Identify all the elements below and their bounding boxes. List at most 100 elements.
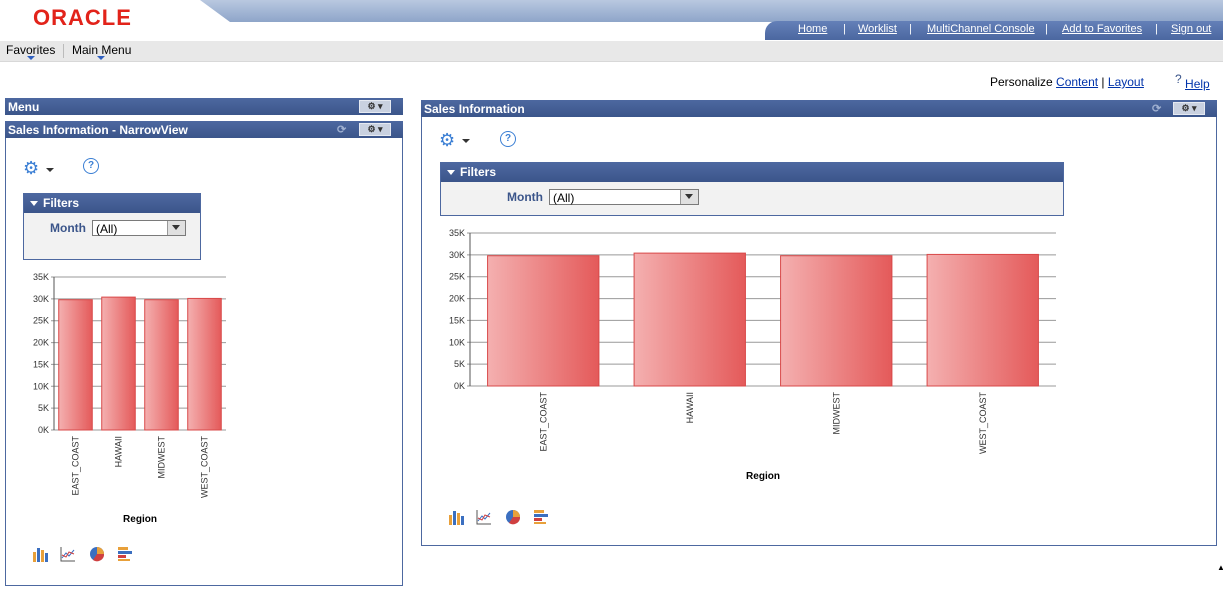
bar[interactable] <box>487 255 600 387</box>
x-tick-label: WEST_COAST <box>200 436 210 499</box>
month-select[interactable]: (All) <box>92 220 186 236</box>
wide-filters-header[interactable]: Filters <box>441 163 1063 182</box>
x-axis-label: Region <box>746 471 780 482</box>
y-tick-label: 30K <box>449 250 465 260</box>
narrow-filters-header[interactable]: Filters <box>24 194 200 213</box>
wide-pagelet-body: ⚙ ? Filters Month (All) 0K 5K 10K 15K 20K 25K… <box>421 117 1217 546</box>
bar[interactable] <box>187 297 222 431</box>
collapse-triangle-icon <box>447 170 455 176</box>
y-tick-label: 5K <box>38 403 49 413</box>
y-tick-label: 10K <box>33 381 49 391</box>
personalize-label: Personalize <box>990 75 1053 89</box>
x-tick-label: HAWAII <box>685 392 695 423</box>
main-menu-dropdown-icon[interactable] <box>97 56 105 60</box>
y-tick-label: 25K <box>449 272 465 282</box>
month-label: Month <box>50 221 86 235</box>
y-tick-label: 5K <box>454 359 465 369</box>
personalize-links: Personalize Content | Layout <box>990 75 1144 89</box>
chevron-down-icon[interactable] <box>680 190 698 204</box>
help-icon[interactable]: ? <box>500 131 516 147</box>
personalize-separator: | <box>1101 75 1105 89</box>
y-tick-label: 20K <box>33 338 49 348</box>
month-select-value: (All) <box>553 191 575 205</box>
corner-marker: ▲ <box>1217 563 1223 572</box>
month-select[interactable]: (All) <box>549 189 699 205</box>
y-tick-label: 20K <box>449 294 465 304</box>
menu-bar: Favorites Main Menu <box>0 41 1223 62</box>
narrow-pagelet-header: Sales Information - NarrowView ⟳ ⚙ ▾ <box>5 121 403 138</box>
add-to-favorites-link[interactable]: Add to Favorites <box>1062 23 1142 35</box>
y-tick-label: 15K <box>449 315 465 325</box>
multichannel-console-link[interactable]: MultiChannel Console <box>927 23 1035 35</box>
line-chart-icon[interactable] <box>60 546 76 562</box>
menu-pagelet-header: Menu ⚙ ▾ <box>5 98 403 115</box>
main-menu[interactable]: Main Menu <box>72 43 131 57</box>
pie-chart-icon[interactable] <box>89 546 105 562</box>
month-select-value: (All) <box>96 222 118 236</box>
help-icon[interactable]: ? <box>1175 72 1182 86</box>
home-link[interactable]: Home <box>798 23 827 35</box>
x-tick-label: MIDWEST <box>831 392 841 435</box>
wide-pagelet-title: Sales Information <box>424 102 525 116</box>
menu-pagelet-options-button[interactable]: ⚙ ▾ <box>359 100 391 113</box>
top-links-bar: Home | Worklist | MultiChannel Console |… <box>765 21 1223 40</box>
y-tick-label: 0K <box>38 425 49 435</box>
top-header: ORACLE Home | Worklist | MultiChannel Co… <box>0 0 1223 41</box>
x-tick-label: HAWAII <box>114 436 124 467</box>
chevron-down-icon[interactable] <box>46 168 54 172</box>
chevron-down-icon[interactable] <box>462 139 470 143</box>
bar-chart-icon[interactable] <box>448 509 464 525</box>
refresh-icon[interactable]: ⟳ <box>337 123 346 136</box>
y-tick-label: 0K <box>454 381 465 391</box>
link-separator: | <box>909 23 912 35</box>
y-tick-label: 35K <box>33 272 49 282</box>
link-separator: | <box>1155 23 1158 35</box>
link-separator: | <box>1045 23 1048 35</box>
menu-divider <box>63 44 64 58</box>
wide-pagelet-options-button[interactable]: ⚙ ▾ <box>1173 102 1205 115</box>
favorites-dropdown-icon[interactable] <box>27 56 35 60</box>
wide-filters-panel: Filters Month (All) <box>440 162 1064 216</box>
help-link[interactable]: Help <box>1185 77 1210 91</box>
wide-bar-chart: 0K 5K 10K 15K 20K 25K 30K 35K EAST_COAST HAWAII MI… <box>449 228 1056 482</box>
collapse-triangle-icon <box>30 201 38 207</box>
narrow-pagelet-body: ⚙ ? Filters Month (All) 0K 5K 10K 15K 20K 25K… <box>5 138 403 586</box>
link-separator: | <box>843 23 846 35</box>
bar[interactable] <box>144 299 179 431</box>
gear-icon[interactable]: ⚙ <box>23 158 39 179</box>
bar[interactable] <box>58 299 93 431</box>
narrow-pagelet-title: Sales Information - NarrowView <box>8 123 188 137</box>
chevron-down-icon[interactable] <box>167 221 185 235</box>
bar-chart-icon[interactable] <box>32 546 48 562</box>
x-tick-label: WEST_COAST <box>978 392 988 455</box>
personalize-layout-link[interactable]: Layout <box>1108 75 1144 89</box>
gear-icon[interactable]: ⚙ <box>439 130 455 151</box>
horizontal-bar-chart-icon[interactable] <box>533 509 549 525</box>
y-tick-label: 15K <box>33 359 49 369</box>
narrow-pagelet-options-button[interactable]: ⚙ ▾ <box>359 123 391 136</box>
refresh-icon[interactable]: ⟳ <box>1152 102 1161 115</box>
horizontal-bar-chart-icon[interactable] <box>117 546 133 562</box>
line-chart-icon[interactable] <box>476 509 492 525</box>
y-tick-label: 25K <box>33 316 49 326</box>
x-tick-label: EAST_COAST <box>538 391 548 451</box>
help-link-group[interactable]: ? Help <box>1175 72 1210 91</box>
bar[interactable] <box>780 255 893 387</box>
personalize-content-link[interactable]: Content <box>1056 75 1098 89</box>
worklist-link[interactable]: Worklist <box>858 23 897 35</box>
y-tick-label: 30K <box>33 294 49 304</box>
bar[interactable] <box>633 252 746 387</box>
bar[interactable] <box>101 296 136 431</box>
sign-out-link[interactable]: Sign out <box>1171 23 1211 35</box>
x-axis-label: Region <box>123 514 157 525</box>
wide-pagelet-header: Sales Information ⟳ ⚙ ▾ <box>421 100 1217 117</box>
pie-chart-icon[interactable] <box>505 509 521 525</box>
bar[interactable] <box>926 253 1039 387</box>
narrow-filters-panel: Filters Month (All) <box>23 193 201 260</box>
help-icon[interactable]: ? <box>83 158 99 174</box>
x-tick-label: MIDWEST <box>157 436 167 479</box>
narrow-chart-type-icons <box>32 546 142 565</box>
x-tick-label: EAST_COAST <box>71 435 81 495</box>
favorites-menu[interactable]: Favorites <box>6 43 55 57</box>
wide-chart-type-icons <box>448 509 558 528</box>
